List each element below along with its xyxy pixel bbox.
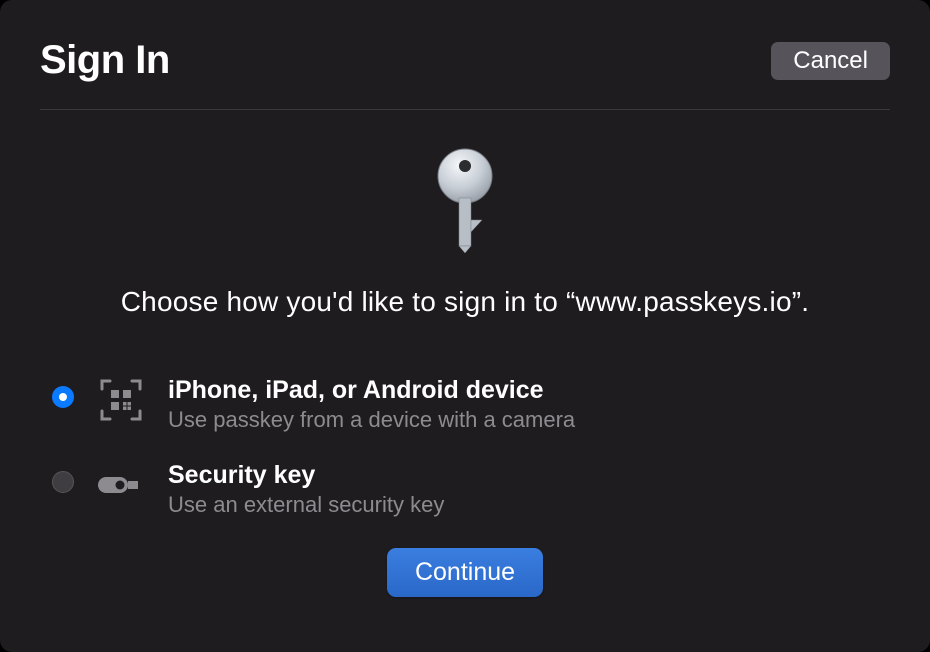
security-key-icon — [96, 463, 146, 507]
option-security-key-desc: Use an external security key — [168, 492, 890, 518]
key-icon-container — [40, 148, 890, 258]
option-security-key[interactable]: Security key Use an external security ke… — [52, 461, 890, 518]
radio-security-key[interactable] — [52, 471, 74, 493]
key-icon — [430, 148, 500, 258]
dialog-footer: Continue — [40, 548, 890, 597]
dialog-title: Sign In — [40, 38, 170, 83]
option-security-key-text: Security key Use an external security ke… — [168, 461, 890, 518]
option-device[interactable]: iPhone, iPad, or Android device Use pass… — [52, 376, 890, 433]
continue-button[interactable]: Continue — [387, 548, 543, 597]
option-device-desc: Use passkey from a device with a camera — [168, 407, 890, 433]
dialog-header: Sign In Cancel — [40, 38, 890, 110]
radio-device[interactable] — [52, 386, 74, 408]
option-device-text: iPhone, iPad, or Android device Use pass… — [168, 376, 890, 433]
option-device-title: iPhone, iPad, or Android device — [168, 376, 890, 405]
sign-in-dialog: Sign In Cancel Choose how you'd lik — [0, 0, 930, 652]
cancel-button[interactable]: Cancel — [771, 42, 890, 80]
option-security-key-title: Security key — [168, 461, 890, 490]
qr-scan-icon — [96, 378, 146, 422]
options-list: iPhone, iPad, or Android device Use pass… — [40, 376, 890, 518]
prompt-text: Choose how you'd like to sign in to “www… — [40, 286, 890, 318]
